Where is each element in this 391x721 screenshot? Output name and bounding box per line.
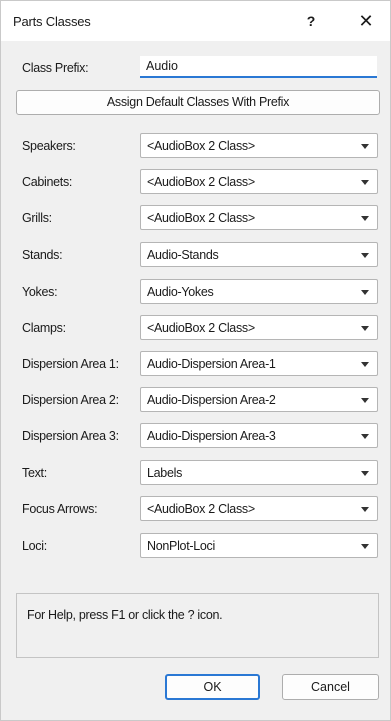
focus-arrows-label: Focus Arrows: xyxy=(22,502,98,516)
speakers-class-select[interactable]: <AudioBox 2 Class> xyxy=(140,133,378,158)
dispersion-area-2-label: Dispersion Area 2: xyxy=(22,393,119,407)
loci-class-select[interactable]: NonPlot-Loci xyxy=(140,533,378,558)
yokes-class-value: Audio-Yokes xyxy=(147,285,214,299)
dispersion-area-3-class-select[interactable]: Audio-Dispersion Area-3 xyxy=(140,423,378,448)
loci-class-value: NonPlot-Loci xyxy=(147,539,215,553)
stands-class-select[interactable]: Audio-Stands xyxy=(140,242,378,267)
cabinets-label: Cabinets: xyxy=(22,175,73,189)
clamps-label: Clamps: xyxy=(22,321,66,335)
class-prefix-input[interactable] xyxy=(140,56,377,78)
dispersion-area-2-class-value: Audio-Dispersion Area-2 xyxy=(147,393,276,407)
yokes-class-select[interactable]: Audio-Yokes xyxy=(140,279,378,304)
focus-arrows-class-select[interactable]: <AudioBox 2 Class> xyxy=(140,496,378,521)
ok-button[interactable]: OK xyxy=(165,674,260,700)
focus-arrows-class-value: <AudioBox 2 Class> xyxy=(147,502,255,516)
clamps-class-select[interactable]: <AudioBox 2 Class> xyxy=(140,315,378,340)
dispersion-area-3-label: Dispersion Area 3: xyxy=(22,429,119,443)
speakers-label: Speakers: xyxy=(22,139,76,153)
dropdown-arrow-icon xyxy=(357,174,373,190)
class-prefix-label: Class Prefix: xyxy=(22,61,89,75)
dispersion-area-3-class-value: Audio-Dispersion Area-3 xyxy=(147,429,276,443)
grills-class-value: <AudioBox 2 Class> xyxy=(147,211,255,225)
speakers-class-value: <AudioBox 2 Class> xyxy=(147,139,255,153)
text-label: Text: xyxy=(22,466,47,480)
dropdown-arrow-icon xyxy=(357,465,373,481)
dropdown-arrow-icon xyxy=(357,538,373,554)
yokes-label: Yokes: xyxy=(22,285,58,299)
assign-default-classes-button[interactable]: Assign Default Classes With Prefix xyxy=(16,90,380,115)
dispersion-area-2-class-select[interactable]: Audio-Dispersion Area-2 xyxy=(140,387,378,412)
dropdown-arrow-icon xyxy=(357,247,373,263)
stands-class-value: Audio-Stands xyxy=(147,248,219,262)
help-panel: For Help, press F1 or click the ? icon. xyxy=(16,593,379,658)
window-title: Parts Classes xyxy=(13,14,91,29)
dispersion-area-1-class-select[interactable]: Audio-Dispersion Area-1 xyxy=(140,351,378,376)
dispersion-area-1-class-value: Audio-Dispersion Area-1 xyxy=(147,357,276,371)
help-button[interactable]: ? xyxy=(297,7,325,35)
cabinets-class-select[interactable]: <AudioBox 2 Class> xyxy=(140,169,378,194)
dropdown-arrow-icon xyxy=(357,392,373,408)
close-icon: ✕ xyxy=(358,11,374,31)
cancel-button[interactable]: Cancel xyxy=(282,674,379,700)
stands-label: Stands: xyxy=(22,248,63,262)
title-bar: Parts Classes ? ✕ xyxy=(1,1,390,41)
help-text: For Help, press F1 or click the ? icon. xyxy=(27,608,223,622)
dropdown-arrow-icon xyxy=(357,320,373,336)
dropdown-arrow-icon xyxy=(357,210,373,226)
dispersion-area-1-label: Dispersion Area 1: xyxy=(22,357,119,371)
close-button[interactable]: ✕ xyxy=(351,7,381,35)
dropdown-arrow-icon xyxy=(357,138,373,154)
loci-label: Loci: xyxy=(22,539,47,553)
parts-classes-dialog: Parts Classes ? ✕ Class Prefix: Assign D… xyxy=(0,0,391,721)
text-class-value: Labels xyxy=(147,466,183,480)
grills-label: Grills: xyxy=(22,211,52,225)
dropdown-arrow-icon xyxy=(357,501,373,517)
clamps-class-value: <AudioBox 2 Class> xyxy=(147,321,255,335)
text-class-select[interactable]: Labels xyxy=(140,460,378,485)
dropdown-arrow-icon xyxy=(357,356,373,372)
cabinets-class-value: <AudioBox 2 Class> xyxy=(147,175,255,189)
dropdown-arrow-icon xyxy=(357,428,373,444)
dropdown-arrow-icon xyxy=(357,284,373,300)
grills-class-select[interactable]: <AudioBox 2 Class> xyxy=(140,205,378,230)
